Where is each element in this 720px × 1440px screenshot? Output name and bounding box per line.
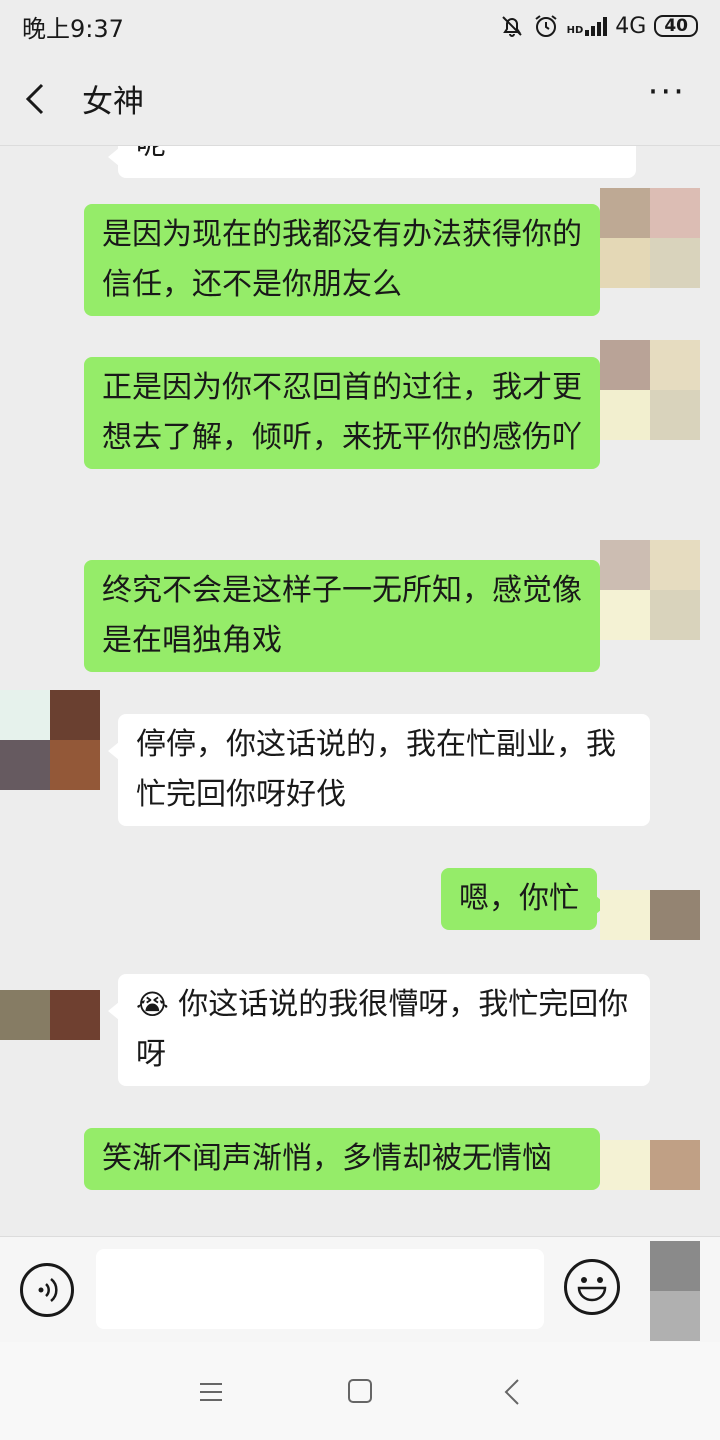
chat-header: 女神 ···	[0, 52, 720, 146]
message-text: 终究不会是这样子一无所知，感觉像是在唱独角戏	[102, 573, 582, 658]
more-icon[interactable]: ···	[634, 72, 700, 126]
hd-label: HD	[566, 25, 584, 36]
message-text: 嗯，你忙	[459, 881, 579, 916]
emoji-crying: 😭	[136, 988, 169, 1021]
home-icon[interactable]	[346, 1372, 386, 1412]
my-avatar[interactable]	[600, 890, 700, 940]
message-input[interactable]	[96, 1249, 544, 1329]
chat-title: 女神	[82, 84, 144, 120]
message-bubble[interactable]: 呢	[108, 146, 636, 178]
status-bar: 晚上9:37 HD 4G 40	[0, 0, 720, 52]
emoji-icon[interactable]	[564, 1259, 620, 1315]
message-bubble[interactable]: 笑渐不闻声渐悄，多情却被无情恼	[84, 1128, 610, 1190]
chevron-left-icon[interactable]	[20, 79, 60, 119]
message-bubble[interactable]: 终究不会是这样子一无所知，感觉像是在唱独角戏	[84, 560, 610, 672]
message-bubble[interactable]: 😭 你这话说的我很懵呀，我忙完回你呀	[108, 974, 650, 1086]
system-navigation-bar	[0, 1342, 720, 1440]
network-label: 4G	[615, 13, 647, 39]
message-text: 正是因为你不忍回首的过往，我才更想去了解，倾听，来抚平你的感伤吖	[102, 370, 582, 455]
input-bar	[0, 1236, 720, 1342]
message-bubble[interactable]: 正是因为你不忍回首的过往，我才更想去了解，倾听，来抚平你的感伤吖	[84, 357, 610, 469]
contact-avatar[interactable]	[0, 690, 100, 790]
signal-icon	[585, 16, 608, 36]
my-avatar[interactable]	[600, 188, 700, 288]
message-list[interactable]: 呢 是因为现在的我都没有办法获得你的信任，还不是你朋友么 正是因为你不忍回首的过…	[0, 146, 720, 1236]
back-icon[interactable]	[500, 1372, 540, 1412]
signal-group: HD	[567, 16, 608, 36]
message-text: 你这话说的我很懵呀，我忙完回你呀	[136, 987, 629, 1072]
contact-avatar[interactable]	[0, 990, 100, 1040]
my-avatar[interactable]	[600, 540, 700, 640]
message-bubble[interactable]: 是因为现在的我都没有办法获得你的信任，还不是你朋友么	[84, 204, 610, 316]
status-icons: HD 4G 40	[499, 13, 698, 39]
menu-icon[interactable]	[198, 1372, 238, 1412]
message-text: 笑渐不闻声渐悄，多情却被无情恼	[102, 1141, 552, 1176]
message-text: 停停，你这话说的，我在忙副业，我忙完回你呀好伐	[136, 727, 616, 812]
mute-icon	[501, 16, 522, 37]
status-time: 晚上9:37	[22, 14, 124, 43]
message-bubble[interactable]: 停停，你这话说的，我在忙副业，我忙完回你呀好伐	[108, 714, 650, 826]
battery-icon: 40	[654, 15, 698, 37]
message-text: 是因为现在的我都没有办法获得你的信任，还不是你朋友么	[102, 217, 582, 302]
message-text: 呢	[136, 146, 166, 162]
message-bubble[interactable]: 嗯，你忙	[441, 868, 607, 930]
my-avatar	[650, 1241, 700, 1341]
my-avatar[interactable]	[600, 1140, 700, 1190]
alarm-icon	[535, 15, 557, 37]
voice-icon[interactable]	[20, 1263, 74, 1317]
my-avatar[interactable]	[600, 340, 700, 440]
